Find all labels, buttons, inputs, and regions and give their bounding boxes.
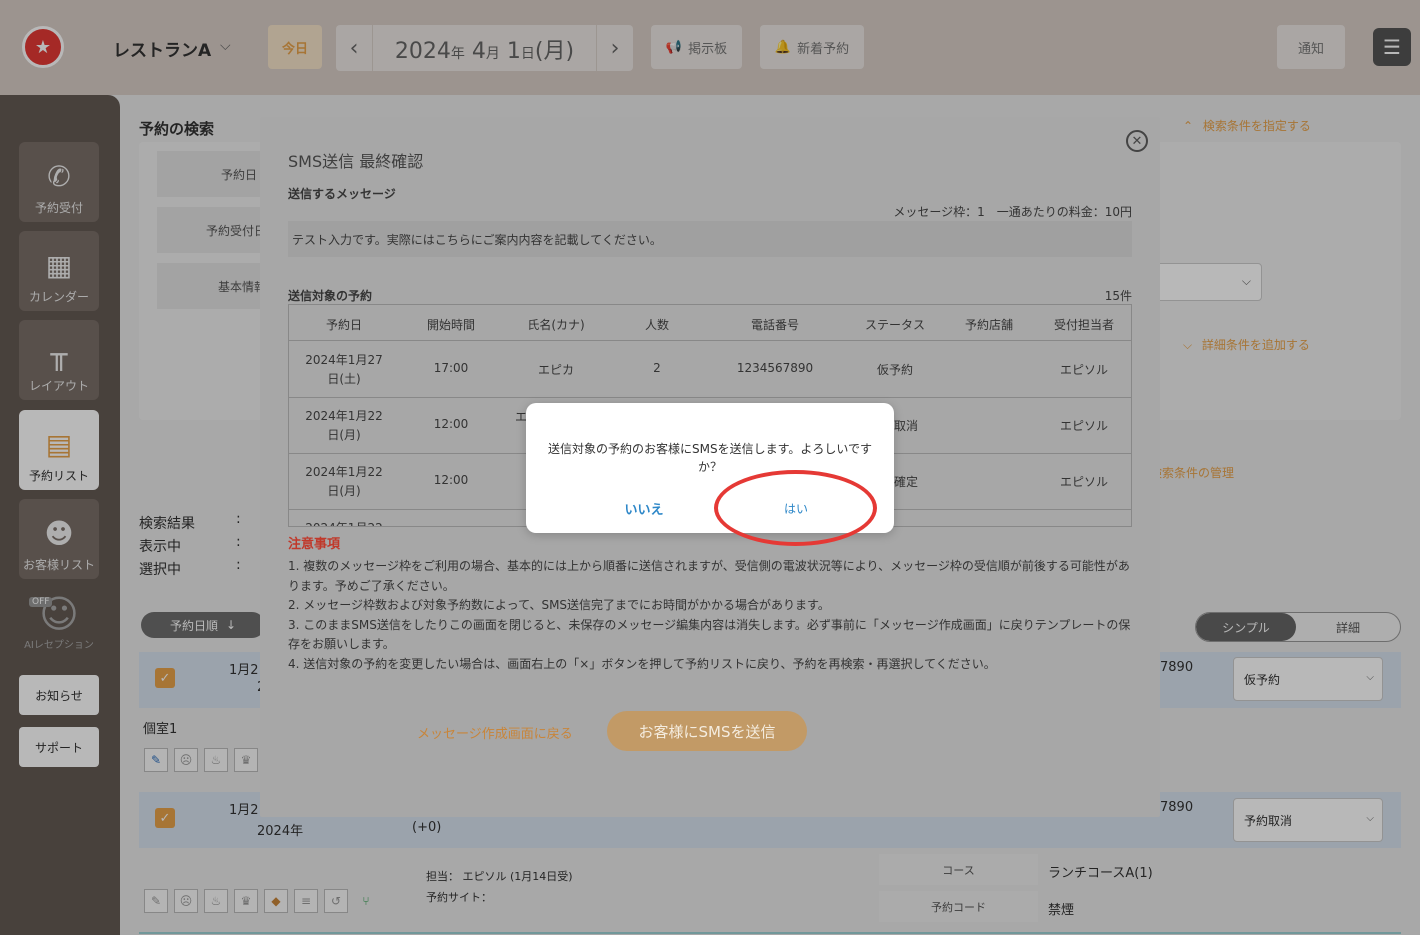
cell-date: 2024年1月22 日(月) [305, 409, 383, 442]
cell-staff: エピソル [1059, 363, 1108, 377]
targets-count: 15件 [1104, 289, 1132, 303]
cell-status: 仮予約 [876, 363, 913, 377]
note-item: 1. 複数のメッセージ枠をご利用の場合、基本的には上から順番に送信されますが、受… [288, 559, 1130, 593]
cell-staff: エピソル [1059, 475, 1108, 489]
col-store: 予約店舗 [964, 318, 1013, 332]
cell-staff: エピソル [1059, 419, 1108, 433]
note-item: 4. 送信対象の予約を変更したい場合は、画面右上の「×」ボタンを押して予約リスト… [288, 656, 996, 671]
close-icon[interactable]: ✕ [1126, 130, 1148, 152]
cell-time: 12:00 [433, 473, 469, 487]
notes-title: 注意事項 [288, 537, 341, 552]
cell-time: 17:00 [433, 361, 469, 375]
cell-name: エピカ [537, 363, 574, 377]
cell-phone: 1234567890 [736, 361, 814, 375]
table-header: 予約日 開始時間 氏名(カナ) 人数 電話番号 ステータス 予約店舗 受付担当者 [289, 305, 1131, 341]
cell-date: 2024年1月22 日(月) [305, 465, 383, 498]
confirm-no-button[interactable]: いいえ [614, 499, 674, 518]
targets-label: 送信対象の予約 [288, 289, 373, 303]
table-row: 2024年1月27 日(土) 17:00 エピカ 2 1234567890 仮予約… [289, 342, 1131, 398]
col-date: 予約日 [325, 318, 362, 332]
modal-title: SMS送信 最終確認 [288, 152, 424, 171]
col-people: 人数 [644, 318, 669, 332]
col-status: ステータス [864, 318, 925, 332]
confirm-message: 送信対象の予約のお客様にSMSを送信します。よろしいですか？ [547, 442, 873, 474]
send-sms-button[interactable]: お客様にSMSを送信 [607, 711, 807, 751]
highlight-ring [714, 470, 877, 546]
back-to-compose-link[interactable]: メッセージ作成画面に戻る [417, 723, 573, 742]
note-item: 3. このままSMS送信をしたりこの画面を閉じると、未保存のメッセージ編集内容は… [288, 617, 1131, 652]
col-name: 氏名(カナ) [527, 318, 585, 332]
cell-time: 12:00 [433, 417, 469, 431]
cell-people: 2 [653, 361, 661, 375]
message-meta: メッセージ枠：1 一通あたりの料金：10円 [893, 205, 1132, 219]
col-staff: 受付担当者 [1053, 318, 1114, 332]
col-phone: 電話番号 [750, 318, 799, 332]
message-label: 送信するメッセージ [288, 187, 396, 201]
notes-list: 1. 複数のメッセージ枠をご利用の場合、基本的には上から順番に送信されますが、受… [288, 557, 1134, 674]
cell-date: 2024年1月22 [297, 519, 391, 526]
col-time: 開始時間 [426, 318, 475, 332]
message-preview: テスト入力です。実際にはこちらにご案内内容を記載してください。 [288, 221, 1132, 257]
note-item: 2. メッセージ枠数および対象予約数によって、SMS送信完了までにお時間がかかる… [288, 598, 830, 612]
cell-date: 2024年1月27 日(土) [305, 353, 383, 386]
